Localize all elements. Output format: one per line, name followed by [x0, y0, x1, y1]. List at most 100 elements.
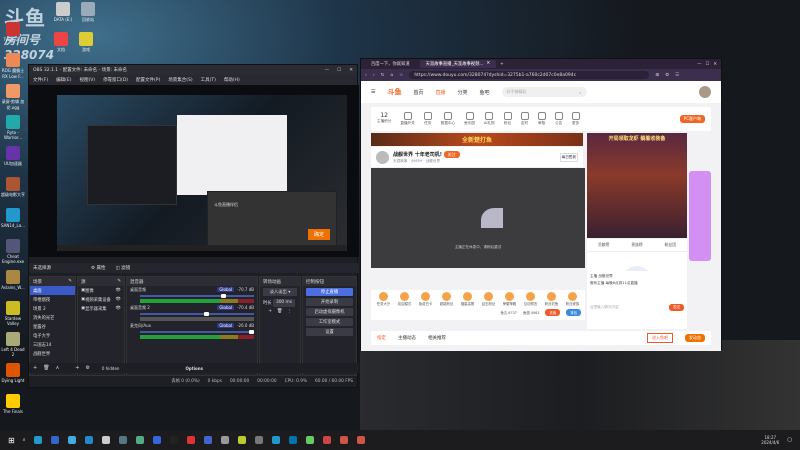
desktop-icon[interactable]: Dying Light: [0, 363, 26, 383]
checkin-button[interactable]: 每日签到: [559, 152, 578, 162]
desktop-icon[interactable]: DATA (E:): [50, 2, 76, 22]
obs-preview[interactable]: 斗鱼直播伴侣 确定: [29, 85, 359, 257]
activity-sidebar[interactable]: [689, 171, 711, 261]
rank-tab[interactable]: 贵族榜: [631, 242, 642, 248]
menu-item[interactable]: 工具(T): [201, 77, 216, 83]
backpack-button[interactable]: 背包: [566, 309, 581, 316]
taskbar-app-icon[interactable]: [33, 436, 42, 444]
visibility-icon[interactable]: 👁: [116, 297, 121, 302]
menu-item[interactable]: 编辑(E): [56, 77, 71, 83]
pc-client-button[interactable]: PC客户端: [679, 115, 705, 123]
duration-input[interactable]: 300 ms: [272, 298, 295, 307]
streamer-avatar[interactable]: [376, 150, 389, 164]
properties-button[interactable]: ⚙ 属性: [91, 265, 105, 271]
settings-icon[interactable]: ⚙: [665, 73, 669, 78]
rank-tab[interactable]: 粉丝团: [665, 242, 676, 248]
category-link[interactable]: 战舰世界: [426, 159, 440, 163]
taskbar-app-icon[interactable]: [152, 436, 161, 444]
taskbar-app-icon[interactable]: [186, 436, 195, 444]
anchor-tool[interactable]: 数据中心: [441, 112, 455, 126]
anchor-tool[interactable]: 审核: [537, 112, 546, 126]
control-button[interactable]: 启动虚拟摄像机: [306, 308, 353, 316]
volume-slider[interactable]: [140, 312, 254, 316]
more-icon[interactable]: ⋮: [287, 309, 291, 314]
tab-douyu[interactable]: 天涯故事直播_天涯故事视频... ✕: [419, 60, 497, 68]
bookmark-icon[interactable]: ☆: [399, 73, 403, 78]
control-button[interactable]: 停止直播: [306, 288, 353, 296]
taskbar-app-icon[interactable]: [169, 436, 178, 444]
anchor-tool[interactable]: 定时: [520, 112, 529, 126]
gift-item[interactable]: 荣耀神殿: [501, 292, 518, 306]
minimize-icon[interactable]: —: [325, 68, 330, 73]
scene-item[interactable]: 电子大亨: [30, 331, 75, 340]
nav-link[interactable]: 直播: [436, 89, 446, 96]
follow-button[interactable]: 关注: [443, 150, 460, 158]
desktop-icon[interactable]: SAN14_La...: [0, 208, 26, 228]
taskbar-app-icon[interactable]: [288, 436, 297, 444]
post-button[interactable]: 发动态: [685, 334, 705, 342]
menu-icon[interactable]: ☰: [675, 73, 679, 78]
close-icon[interactable]: ✕: [349, 68, 353, 73]
menu-item[interactable]: 停靠窗口(D): [103, 77, 128, 83]
scene-item[interactable]: 三国志14: [30, 340, 75, 349]
source-settings-icon[interactable]: ⚙: [85, 365, 89, 371]
back-icon[interactable]: ‹: [365, 73, 367, 78]
control-button[interactable]: 开始录制: [306, 298, 353, 306]
anchor-tool[interactable]: 更多: [571, 112, 580, 126]
menu-item[interactable]: 场景集合(S): [168, 77, 192, 83]
volume-slider[interactable]: [140, 294, 254, 298]
desktop-icon[interactable]: Cheat Engine.exe: [0, 239, 26, 264]
desktop-icon[interactable]: 游戏: [73, 32, 99, 53]
visibility-icon[interactable]: 👁: [116, 288, 121, 293]
desktop-icon[interactable]: Ryto - Warrior...: [0, 115, 26, 140]
transition-select[interactable]: 淡入淡出 ▾: [263, 288, 297, 296]
taskbar-app-icon[interactable]: [305, 436, 314, 444]
nav-link[interactable]: 分类: [458, 89, 468, 96]
send-button[interactable]: 发送: [668, 304, 684, 311]
source-item[interactable]: ▣ 视频采集设备 👁: [78, 295, 124, 304]
source-item[interactable]: ▣ 图像 👁: [78, 286, 124, 295]
taskbar-app-icon[interactable]: [220, 436, 229, 444]
desktop-icon[interactable]: UU加速器: [0, 146, 26, 167]
gift-item[interactable]: 任务大厅: [375, 292, 392, 306]
anchor-tool[interactable]: 12 主播积分: [377, 112, 391, 126]
recharge-button[interactable]: 充值: [545, 309, 561, 316]
scene-item[interactable]: 场景 2: [30, 304, 75, 313]
rank-tab[interactable]: 贡献榜: [598, 242, 609, 248]
add-scene-icon[interactable]: +: [33, 365, 37, 371]
bottom-tab[interactable]: 相关推荐: [428, 335, 446, 341]
notification-icon[interactable]: ▢: [787, 437, 792, 443]
enter-fishbar-button[interactable]: 进入鱼吧: [647, 333, 673, 343]
volume-handle[interactable]: [249, 330, 255, 334]
new-tab-button[interactable]: +: [500, 62, 504, 67]
streamer-name[interactable]: 天涯故事: [393, 159, 407, 163]
menu-item[interactable]: 配置文件(P): [136, 77, 160, 83]
maximize-icon[interactable]: ☐: [337, 68, 341, 73]
remove-transition-icon[interactable]: 🗑: [277, 309, 282, 314]
scene-item[interactable]: 战舰世界: [30, 349, 75, 358]
minimize-icon[interactable]: —: [697, 62, 701, 67]
avatar[interactable]: [699, 86, 711, 98]
douyu-logo[interactable]: 斗鱼: [387, 87, 401, 97]
volume-handle[interactable]: [203, 312, 209, 316]
menu-item[interactable]: 视图(V): [79, 77, 95, 83]
control-button[interactable]: 设置: [306, 328, 353, 336]
extensions-icon[interactable]: ⊞: [655, 73, 659, 78]
scene-item[interactable]: 星露谷: [30, 322, 75, 331]
promo-banner[interactable]: 全新楚打鱼: [371, 133, 583, 146]
taskbar-app-icon[interactable]: [254, 436, 263, 444]
desktop-icon[interactable]: Aslains_W...: [0, 270, 26, 290]
source-item[interactable]: ▣ 显示器采集 👁: [78, 304, 124, 313]
desktop-icon[interactable]: Left 4 Dead 2: [0, 332, 26, 357]
menu-item[interactable]: 帮助(H): [224, 77, 240, 83]
anchor-tool[interactable]: 公告: [554, 112, 563, 126]
taskbar-app-icon[interactable]: [271, 436, 280, 444]
desktop-icon[interactable]: Stardew Valley: [0, 301, 26, 326]
bottom-tab[interactable]: 指定: [377, 335, 386, 341]
gift-item[interactable]: 欢迎模式: [396, 292, 413, 306]
visibility-icon[interactable]: 👁: [116, 306, 121, 311]
anchor-tool[interactable]: 鱼乐园: [464, 112, 475, 126]
menu-item[interactable]: 文件(F): [33, 77, 48, 83]
desktop-icon[interactable]: 录屏·剪辑 加花.ogg: [0, 84, 26, 111]
search-input[interactable]: 好不够精彩 ⌕: [501, 87, 587, 97]
